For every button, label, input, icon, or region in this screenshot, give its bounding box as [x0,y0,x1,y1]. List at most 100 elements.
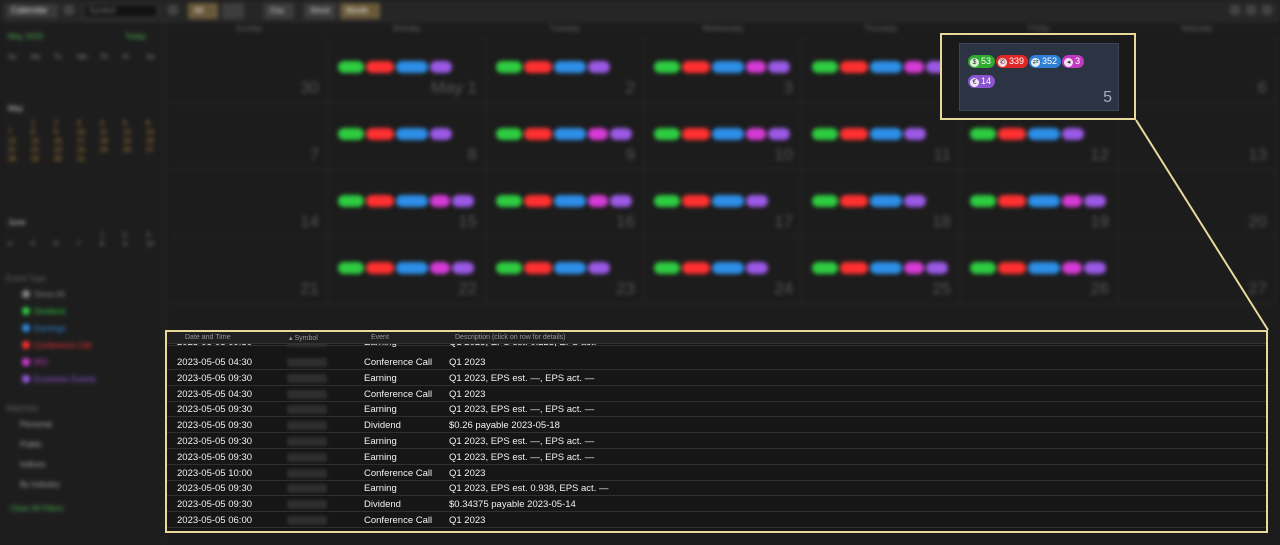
day-cell[interactable]: 13 [1118,103,1276,170]
week-button[interactable]: Week [304,3,336,19]
event-pill[interactable] [870,262,902,274]
event-pill[interactable] [610,128,632,140]
watchlist-item[interactable]: Public [20,440,42,449]
mini-day[interactable]: 7 [8,129,20,136]
table-row[interactable]: 2023-05-05 09:30 Dividend $0.34375 payable… [167,496,1266,513]
day-cell[interactable]: 15 [328,170,486,237]
event-pill[interactable] [970,262,996,274]
event-pill[interactable] [1028,195,1060,207]
event-pill[interactable] [654,195,680,207]
event-pill[interactable] [870,61,902,73]
mini-day[interactable]: 5 [31,241,43,248]
event-pill[interactable] [338,128,364,140]
description-column-header[interactable]: Description (click on row for details) [455,334,565,341]
event-pill[interactable] [588,128,608,140]
mini-day[interactable]: 24 [77,147,89,154]
mini-day[interactable]: 29 [31,156,43,163]
event-pill[interactable] [554,195,586,207]
mini-day[interactable]: 17 [77,138,89,145]
watchlist-item[interactable]: By Industry [20,480,60,489]
mini-day[interactable]: 26 [123,147,135,154]
mini-day[interactable]: 1 [31,120,43,127]
event-pill[interactable] [1084,262,1106,274]
may-mini-calendar[interactable]: 1 2 3 4 5 6 7 8 9 10 11 12 13 14 15 16 17 18 19 20 21 22 23 24 2… [8,120,158,163]
event-pill[interactable] [588,61,610,73]
event-pill[interactable] [338,61,364,73]
event-pill[interactable] [396,61,428,73]
watchlist-item[interactable]: Indices [20,460,45,469]
event-pill[interactable] [524,195,552,207]
maximize-icon[interactable] [1246,5,1256,15]
clear-filters-link[interactable]: Clear All Filters [10,504,64,513]
event-pill[interactable] [654,128,680,140]
conference-call-badge[interactable]: ✆ 339 [996,55,1029,68]
day-cell[interactable]: 7 [170,103,328,170]
event-pill[interactable] [1028,128,1060,140]
event-pill[interactable] [870,128,902,140]
event-pill[interactable] [746,61,766,73]
mini-day[interactable]: 18 [100,138,112,145]
mini-day[interactable]: 21 [8,147,20,154]
day-cell[interactable]: 30 [170,36,328,103]
event-pill[interactable] [654,61,680,73]
day-cell[interactable]: 14 [170,170,328,237]
mini-day[interactable]: 9 [54,129,66,136]
grid-button[interactable] [222,3,244,19]
day-cell[interactable]: 24 [644,237,802,304]
mini-day[interactable]: 20 [146,138,158,145]
event-pill[interactable] [654,262,680,274]
event-pill[interactable] [338,195,364,207]
mini-day[interactable]: 4 [100,120,112,127]
event-pill[interactable] [840,262,868,274]
day-cell[interactable]: 26 [960,237,1118,304]
event-pill[interactable] [712,262,744,274]
event-pill[interactable] [998,128,1026,140]
mini-day[interactable]: 16 [54,138,66,145]
mini-day[interactable]: 2 [54,120,66,127]
day-cell[interactable]: 19 [960,170,1118,237]
event-pill[interactable] [998,262,1026,274]
event-pill[interactable] [926,262,948,274]
day-cell[interactable]: 8 [328,103,486,170]
june-mini-calendar[interactable]: 1 2 3 4 5 6 7 8 9 10 [8,232,158,248]
event-pill[interactable] [524,61,552,73]
filter-item[interactable]: Earnings [22,324,66,333]
event-pill[interactable] [1062,262,1082,274]
event-pill[interactable] [524,262,552,274]
event-pill[interactable] [812,262,838,274]
event-pill[interactable] [554,61,586,73]
event-pill[interactable] [970,195,996,207]
all-button[interactable]: All [188,3,218,19]
day-button[interactable]: Day [264,3,294,19]
event-pill[interactable] [524,128,552,140]
day-cell[interactable]: 6 [1118,36,1276,103]
event-pill[interactable] [682,61,710,73]
mini-day[interactable]: 25 [100,147,112,154]
table-row[interactable]: 2023-05-05 04:30 Conference Call Q1 2023 [167,386,1266,402]
event-pill[interactable] [812,128,838,140]
filter-item[interactable]: Conference Call [22,341,91,350]
mini-day[interactable]: 15 [31,138,43,145]
event-pill[interactable] [496,262,522,274]
mini-day[interactable]: 19 [123,138,135,145]
event-pill[interactable] [1084,195,1106,207]
day-cell[interactable]: 10 [644,103,802,170]
day-cell[interactable]: 11 [802,103,960,170]
event-pill[interactable] [998,195,1026,207]
event-pill[interactable] [396,262,428,274]
filter-item[interactable]: IPO [22,358,48,367]
settings-icon[interactable] [168,5,178,15]
mini-day[interactable]: 7 [77,241,89,248]
event-pill[interactable] [870,195,902,207]
mini-day[interactable]: 3 [77,120,89,127]
day-cell[interactable]: May 1 [328,36,486,103]
event-pill[interactable] [712,195,744,207]
event-pill[interactable] [588,195,608,207]
symbol-search-input[interactable]: Symbol [84,4,158,18]
event-pill[interactable] [840,61,868,73]
event-pill[interactable] [746,195,768,207]
filter-item[interactable]: Economic Events [22,375,96,384]
event-pill[interactable] [970,128,996,140]
event-pill[interactable] [768,61,790,73]
mini-day[interactable]: 30 [54,156,66,163]
